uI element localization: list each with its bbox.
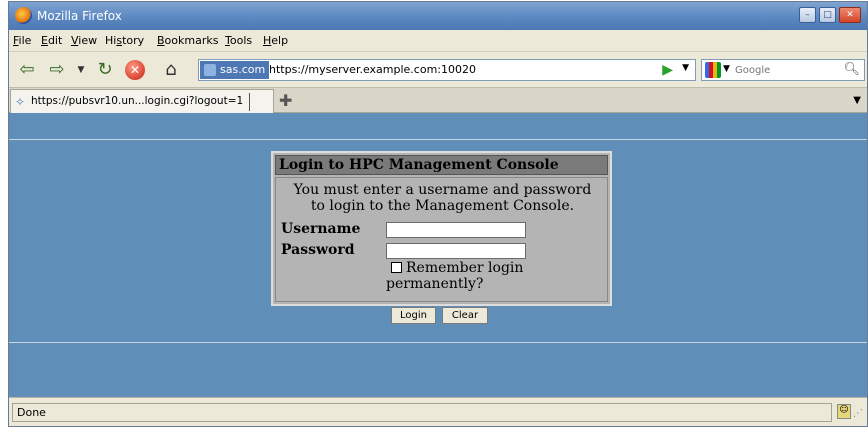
tab-bar: ✧ https://pubsvr10.un...login.cgi?logout… — [9, 87, 867, 113]
search-engine-dropdown-icon[interactable]: ▼ — [723, 64, 730, 74]
back-icon[interactable]: ⇦ — [15, 58, 39, 82]
search-bar[interactable]: ▼ 🔍︎ — [701, 59, 865, 81]
username-input[interactable] — [386, 222, 526, 238]
login-panel-body: You must enter a username and password t… — [275, 177, 608, 302]
login-panel: Login to HPC Management Console You must… — [271, 151, 612, 306]
login-instructions: You must enter a username and password t… — [276, 182, 609, 214]
tab-list-dropdown-icon[interactable]: ▼ — [853, 95, 861, 106]
password-label: Password — [281, 242, 355, 258]
close-button[interactable]: ✕ — [839, 7, 861, 23]
menu-bookmarks[interactable]: Bookmarks — [157, 34, 218, 47]
reload-icon[interactable]: ↻ — [93, 58, 117, 82]
menu-file[interactable]: File — [13, 34, 31, 47]
top-divider — [9, 139, 867, 140]
site-identity-label: sas.com — [220, 63, 266, 76]
window-title: Mozilla Firefox — [37, 9, 122, 23]
menu-tools[interactable]: Tools — [225, 34, 252, 47]
go-arrow-icon[interactable]: ▶ — [662, 62, 673, 78]
status-text: Done — [12, 403, 832, 422]
menu-view[interactable]: View — [71, 34, 97, 47]
remember-login-option: Remember login permanently? — [386, 260, 606, 292]
status-bar: Done ☺ ⋰ — [9, 397, 867, 426]
new-tab-icon[interactable]: ✚ — [279, 91, 292, 110]
page-content: Login to HPC Management Console You must… — [9, 113, 867, 397]
clear-button[interactable]: Clear — [442, 307, 488, 324]
remember-login-label-line2: permanently? — [386, 276, 484, 292]
forward-icon[interactable]: ⇨ — [45, 58, 69, 82]
menu-edit[interactable]: Edit — [41, 34, 62, 47]
menu-help[interactable]: Help — [263, 34, 288, 47]
url-dropdown-icon[interactable]: ▼ — [682, 63, 689, 73]
login-instructions-line1: You must enter a username and password — [293, 182, 592, 198]
site-favicon-icon — [204, 64, 216, 76]
google-engine-icon[interactable] — [705, 62, 721, 78]
status-security-icon[interactable]: ☺ — [837, 404, 851, 419]
history-dropdown-icon[interactable]: ▼ — [69, 58, 93, 82]
menu-history[interactable]: History — [105, 34, 144, 47]
browser-window: Mozilla Firefox – □ ✕ File Edit View His… — [8, 1, 868, 427]
bottom-divider — [9, 342, 867, 343]
search-magnifier-icon[interactable]: 🔍︎ — [843, 62, 860, 77]
remember-login-checkbox[interactable] — [391, 262, 402, 273]
url-text[interactable]: https://myserver.example.com:10020 — [269, 63, 476, 76]
password-input[interactable] — [386, 243, 526, 259]
login-instructions-line2: to login to the Management Console. — [310, 198, 575, 214]
login-panel-title: Login to HPC Management Console — [275, 155, 608, 175]
site-identity-button[interactable]: sas.com — [200, 61, 270, 79]
home-icon[interactable]: ⌂ — [159, 58, 183, 82]
search-input[interactable] — [735, 62, 840, 78]
menu-bar: File Edit View History Bookmarks Tools H… — [9, 30, 867, 51]
tab-divider — [249, 93, 250, 111]
maximize-button[interactable]: □ — [819, 7, 836, 23]
stop-icon[interactable]: ✕ — [125, 60, 145, 80]
remember-login-label-line1: Remember login — [406, 260, 524, 276]
navigation-toolbar: ⇦ ⇨ ▼ ↻ ✕ ⌂ sas.com https://myserver.exa… — [9, 51, 867, 87]
tab-login-page[interactable]: ✧ https://pubsvr10.un...login.cgi?logout… — [10, 89, 274, 113]
loading-page-icon: ✧ — [15, 95, 26, 109]
resize-grip-icon[interactable]: ⋰ — [853, 408, 863, 419]
minimize-button[interactable]: – — [799, 7, 816, 23]
tab-label: https://pubsvr10.un...login.cgi?logout=1 — [31, 95, 244, 107]
address-bar[interactable]: sas.com https://myserver.example.com:100… — [198, 59, 696, 81]
username-label: Username — [281, 221, 361, 237]
firefox-logo-icon — [15, 7, 32, 24]
title-bar: Mozilla Firefox – □ ✕ — [9, 2, 867, 30]
login-button[interactable]: Login — [391, 307, 436, 324]
